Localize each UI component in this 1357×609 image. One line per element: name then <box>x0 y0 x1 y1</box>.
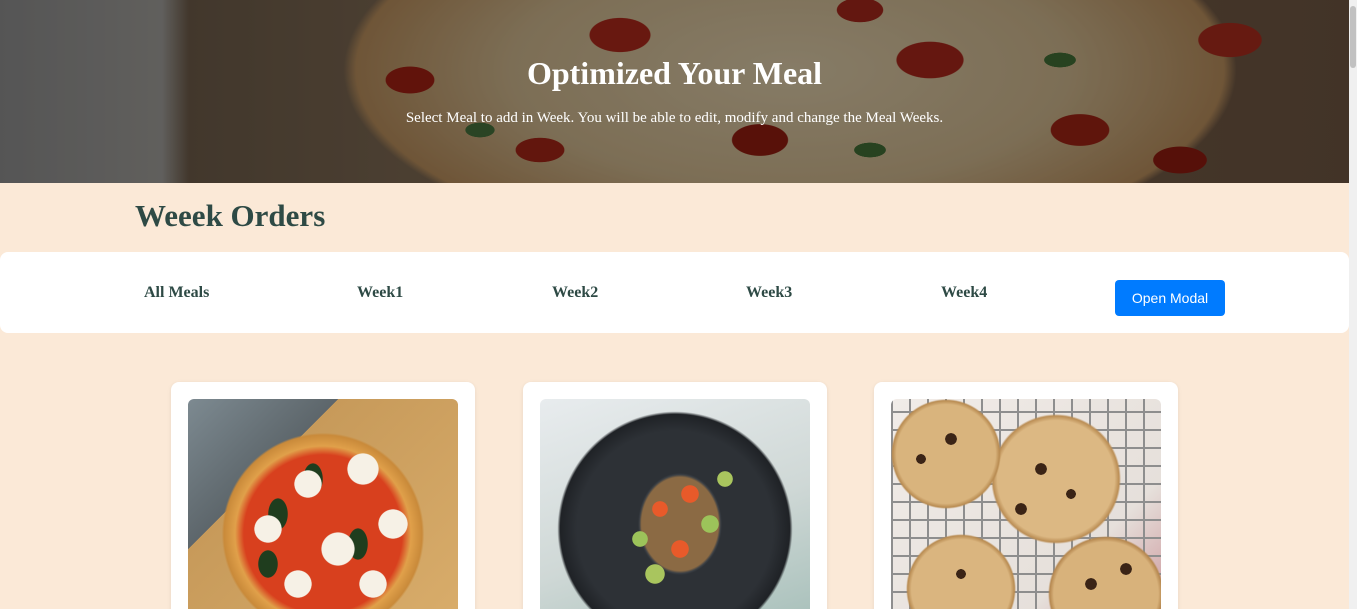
tab-week3[interactable]: Week3 <box>746 284 792 302</box>
tab-week4[interactable]: Week4 <box>941 284 987 302</box>
open-modal-button[interactable]: Open Modal <box>1115 280 1225 316</box>
meal-card[interactable] <box>171 382 475 609</box>
hero-subtitle: Select Meal to add in Week. You will be … <box>405 110 944 126</box>
meal-image-cookies <box>891 399 1161 609</box>
section-title: Weeek Orders <box>135 198 326 233</box>
page: Optimized Your Meal Select Meal to add i… <box>0 0 1357 609</box>
tab-week2[interactable]: Week2 <box>552 284 598 302</box>
meal-card[interactable] <box>523 382 827 609</box>
scrollbar-thumb[interactable] <box>1350 6 1356 68</box>
tab-all-meals[interactable]: All Meals <box>144 284 209 302</box>
hero-banner: Optimized Your Meal Select Meal to add i… <box>0 0 1349 183</box>
hero-title: Optimized Your Meal <box>526 55 823 91</box>
meal-card[interactable] <box>874 382 1178 609</box>
meal-image-pizza <box>188 399 458 609</box>
page-scrollbar[interactable] <box>1349 0 1357 609</box>
tab-week1[interactable]: Week1 <box>357 284 403 302</box>
week-tabs-bar: All Meals Week1 Week2 Week3 Week4 Open M… <box>0 252 1349 333</box>
meal-image-bowl <box>540 399 810 609</box>
